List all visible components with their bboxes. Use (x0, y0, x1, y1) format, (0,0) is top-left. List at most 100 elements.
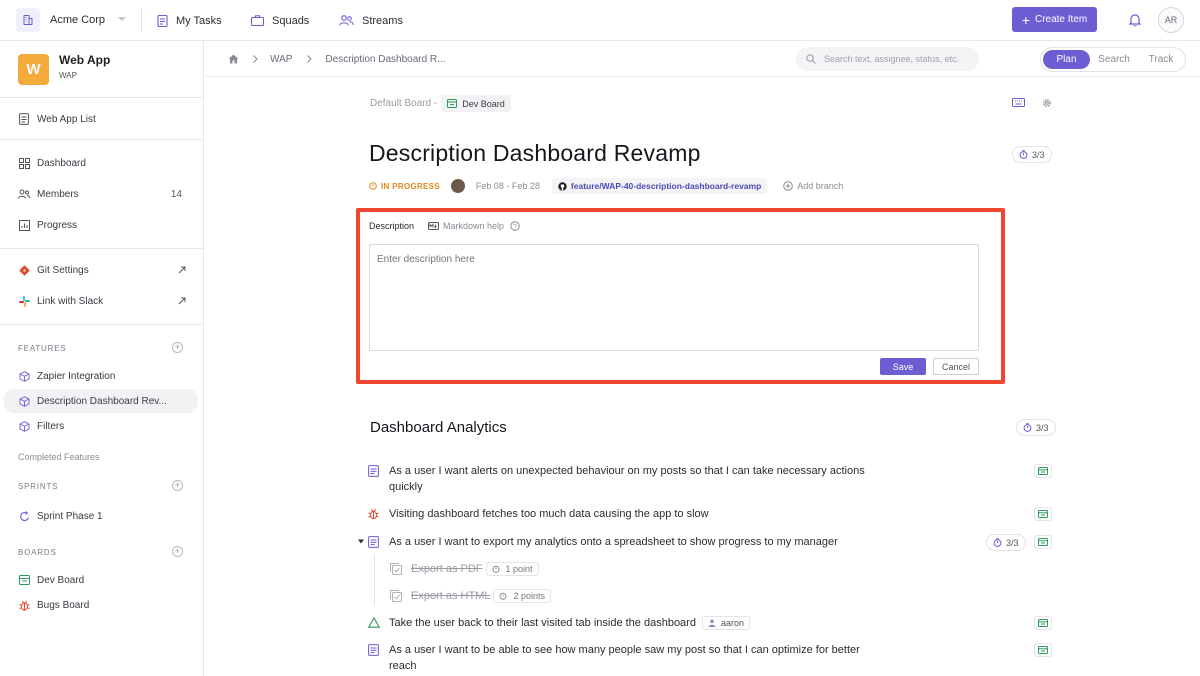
sidebar-item-label: Filters (37, 420, 65, 432)
external-link-icon (178, 297, 186, 305)
boards-heading: BOARDS (18, 548, 57, 557)
date-range[interactable]: Feb 08 - Feb 28 (476, 181, 540, 191)
completed-features-link[interactable]: Completed Features (18, 452, 100, 462)
sprints-heading: SPRINTS (18, 482, 59, 491)
org-switcher[interactable]: Acme Corp (16, 7, 128, 32)
sidebar-item-label: Link with Slack (37, 295, 104, 307)
story-icon (368, 465, 379, 477)
bug-icon (368, 508, 379, 520)
sidebar-item-progress[interactable]: Progress (18, 215, 190, 235)
home-icon[interactable] (228, 54, 239, 64)
sidebar-item-label: Dev Board (37, 574, 85, 586)
sidebar-item-label: Description Dashboard Rev... (37, 395, 167, 407)
add-board-button[interactable]: + (172, 546, 183, 557)
chart-icon (18, 219, 30, 231)
status-badge[interactable]: IN PROGRESS (369, 182, 440, 191)
sidebar-item-label: Git Settings (37, 264, 89, 276)
user-avatar[interactable]: AR (1158, 7, 1184, 33)
people-icon (339, 15, 354, 26)
create-label: Create Item (1034, 14, 1088, 25)
create-item-button[interactable]: + Create Item (1012, 7, 1097, 32)
sidebar: W Web App WAP Web App List Dashboard Mem… (0, 41, 204, 676)
cube-icon (18, 420, 30, 432)
nav-squads[interactable]: Squads (251, 0, 309, 41)
clipboard-icon (157, 14, 168, 27)
sidebar-item-slack[interactable]: Link with Slack (18, 291, 190, 311)
bug-icon (18, 600, 30, 611)
add-sprint-button[interactable]: + (172, 480, 183, 491)
points-value: 2 points (513, 591, 545, 602)
tree-line (374, 555, 375, 605)
sidebar-item-feature[interactable]: Zapier Integration (18, 366, 190, 386)
keyboard-icon[interactable] (1012, 98, 1025, 107)
item-title-line1: As a user I want to be able to see how m… (389, 644, 860, 656)
building-icon (16, 7, 40, 32)
search-input[interactable]: Search text, assignee, status, etc. (796, 47, 979, 71)
sidebar-item-board[interactable]: Bugs Board (18, 595, 190, 615)
add-feature-button[interactable]: + (172, 342, 183, 353)
assignee-badge[interactable]: aaron (701, 616, 750, 631)
section-title[interactable]: Dashboard Analytics (370, 419, 507, 436)
board-tag-icon[interactable] (1034, 535, 1052, 549)
sidebar-item-label: Bugs Board (37, 599, 90, 611)
top-bar: Acme Corp My Tasks Squads Streams + Crea… (0, 0, 1200, 41)
external-link-icon (178, 266, 186, 274)
add-branch-button[interactable]: Add branch (783, 181, 843, 191)
board-line: Default Board - Dev Board (370, 95, 511, 112)
sidebar-item-dashboard[interactable]: Dashboard (18, 153, 190, 173)
bell-icon[interactable] (1129, 13, 1141, 27)
board-tag-icon[interactable] (1034, 507, 1052, 521)
subtask-text: Export as PDF (411, 563, 483, 575)
item-title: Take the user back to their last visited… (389, 615, 889, 631)
tab-search[interactable]: Search (1091, 50, 1137, 69)
divider (0, 139, 204, 140)
assignee-name: aaron (720, 618, 744, 629)
breadcrumb-project[interactable]: WAP (270, 54, 292, 65)
subtask-icon (390, 590, 402, 602)
sidebar-item-list[interactable]: Web App List (18, 109, 190, 129)
chevron-down-icon (118, 17, 127, 22)
sidebar-item-label: Zapier Integration (37, 370, 116, 382)
feature-meta: IN PROGRESS Feb 08 - Feb 28 feature/WAP-… (369, 178, 843, 194)
page-title[interactable]: Description Dashboard Revamp (369, 140, 701, 167)
project-name[interactable]: Web App (59, 53, 110, 67)
board-chip[interactable]: Dev Board (441, 95, 511, 112)
mode-switcher: Plan Search Track (1040, 47, 1186, 72)
sidebar-item-sprint[interactable]: Sprint Phase 1 (18, 506, 190, 526)
gear-icon[interactable] (1042, 98, 1052, 108)
sidebar-item-members[interactable]: Members 14 (18, 184, 190, 204)
nav-my-tasks[interactable]: My Tasks (157, 0, 222, 41)
item-progress-badge: 3/3 (986, 534, 1026, 551)
plus-circle-icon (783, 181, 794, 191)
collapse-caret-icon[interactable] (358, 539, 364, 544)
sidebar-item-git-settings[interactable]: Git Settings (18, 260, 190, 280)
nav-label: Squads (272, 14, 310, 27)
users-icon (18, 189, 30, 199)
board-tag-icon[interactable] (1034, 464, 1052, 478)
board-tag-icon[interactable] (1034, 643, 1052, 657)
board-prefix: Default Board - (370, 98, 438, 109)
sidebar-item-label: Web App List (37, 113, 96, 125)
item-title: As a user I want to export my analytics … (389, 536, 838, 548)
nav-streams[interactable]: Streams (339, 0, 403, 41)
grid-icon (18, 157, 30, 169)
timer-icon (993, 538, 1002, 547)
board-icon (447, 99, 458, 108)
search-placeholder: Search text, assignee, status, etc. (824, 54, 960, 64)
plus-icon: + (1021, 11, 1030, 28)
timer-icon (499, 592, 507, 600)
sidebar-item-feature-active[interactable]: Description Dashboard Rev... (4, 389, 198, 413)
cube-icon (18, 395, 30, 407)
tab-track[interactable]: Track (1138, 50, 1184, 69)
sidebar-item-board[interactable]: Dev Board (18, 570, 190, 590)
branch-name: feature/WAP-40-description-dashboard-rev… (570, 181, 762, 191)
document-icon (18, 113, 30, 125)
branch-chip[interactable]: feature/WAP-40-description-dashboard-rev… (551, 178, 768, 194)
sidebar-item-feature[interactable]: Filters (18, 416, 190, 436)
timer-icon (1019, 150, 1028, 159)
tab-plan[interactable]: Plan (1043, 50, 1090, 69)
project-logo: W (18, 54, 49, 85)
chevron-right-icon (253, 55, 258, 63)
assignee-avatar[interactable] (450, 179, 465, 193)
board-tag-icon[interactable] (1034, 616, 1052, 630)
